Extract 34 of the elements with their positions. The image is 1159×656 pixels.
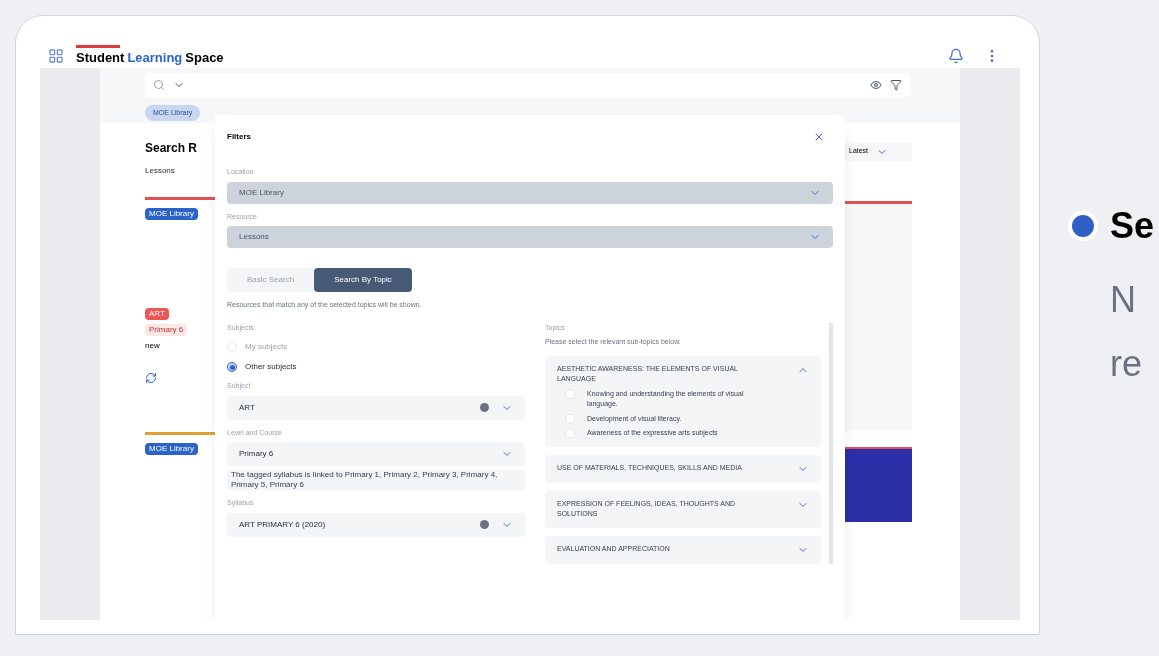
card-note: new — [145, 339, 161, 352]
radio-button[interactable] — [227, 362, 237, 372]
results-heading: Search R — [145, 139, 199, 157]
logo-text: Student — [76, 49, 125, 67]
source-badge: MOE Library — [145, 442, 198, 455]
logo-stripe — [76, 45, 120, 48]
search-tab[interactable]: Search By Topic — [314, 268, 412, 292]
dropdown-field[interactable]: Primary 6 — [227, 442, 525, 466]
dropdown-field[interactable]: ART — [227, 395, 525, 420]
grid-icon[interactable] — [48, 48, 64, 65]
radio-option[interactable]: Other subjects — [227, 361, 525, 373]
logo-text: Learning — [127, 49, 183, 67]
search-field[interactable] — [145, 72, 910, 97]
tag: ART — [145, 307, 169, 320]
refresh-icon[interactable] — [145, 371, 157, 384]
logo-text: Space — [185, 49, 224, 67]
filter-icon[interactable] — [890, 78, 902, 91]
eye-icon[interactable] — [870, 78, 882, 91]
search-icon — [153, 78, 165, 91]
clear-icon[interactable] — [480, 520, 489, 529]
field-note: The tagged syllabus is linked to Primary 1, Primary 2, Primary 3, Primary 4, Primary 5, Primary 6 — [227, 470, 525, 490]
dropdown-field[interactable]: ART PRIMARY 6 (2020) — [227, 512, 525, 537]
dialog-title: Filters — [227, 131, 251, 143]
tag: Primary 6 — [145, 323, 188, 336]
checkbox[interactable] — [565, 428, 575, 438]
section-heading: Se — [1110, 208, 1155, 244]
checkbox[interactable] — [565, 413, 575, 424]
description-text: re — [1110, 342, 1143, 386]
close-icon[interactable] — [813, 131, 825, 143]
source-badge: MOE Library — [145, 207, 198, 220]
clear-icon[interactable] — [480, 403, 489, 412]
checkbox[interactable] — [565, 388, 575, 399]
bell-icon[interactable] — [948, 48, 964, 65]
description-text: N — [1110, 278, 1137, 322]
